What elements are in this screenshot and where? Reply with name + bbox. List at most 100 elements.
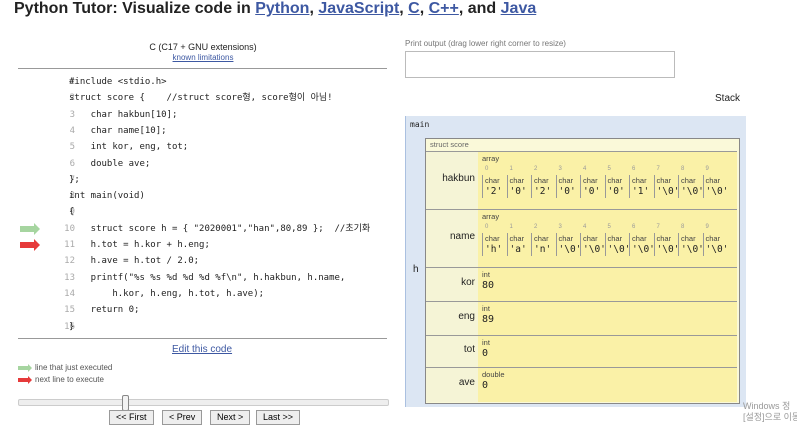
lang-link-c[interactable]: C <box>408 0 420 17</box>
array-cell-value: 'h' <box>485 244 503 255</box>
array-cell-value: '0' <box>558 186 576 197</box>
code-line[interactable]: 11 h.tot = h.kor + h.eng; <box>18 236 387 254</box>
field-name-eng: eng <box>458 311 475 322</box>
array-cell: char'h' <box>482 233 506 256</box>
green-arrow-icon <box>18 363 32 372</box>
array-cell: char '0' <box>580 175 604 198</box>
line-source: int kor, eng, tot; <box>69 142 189 153</box>
line-source: printf("%s %s %d %d %d %f\n", h.hakbun, … <box>69 272 346 283</box>
field-type-kor: int <box>482 270 490 279</box>
array-index: 0 <box>485 166 489 172</box>
array-index: 2 <box>534 224 538 230</box>
array-cell: char '2' <box>482 175 506 198</box>
field-value-cell <box>478 335 737 368</box>
array-cell: char '\0' <box>702 175 728 198</box>
code-line[interactable]: 12 h.ave = h.tot / 2.0; <box>18 252 387 270</box>
frame-name: main <box>410 120 430 129</box>
line-source: struct score { //struct score형, score형이 … <box>69 93 333 104</box>
array-cell-value: 'n' <box>534 244 552 255</box>
array-cell: char '0' <box>555 175 580 198</box>
array-cell-type: char <box>681 234 696 243</box>
code-line[interactable]: 10 struct score h = { "2020001","han",80… <box>18 220 387 238</box>
line-source: int main(void) <box>69 191 145 202</box>
array-index: 1 <box>509 224 513 230</box>
lang-link-python[interactable]: Python <box>255 0 309 17</box>
execution-slider[interactable] <box>18 395 389 411</box>
title-sep: , <box>309 0 319 17</box>
field-type-eng: int <box>482 304 490 313</box>
title-sep: , and <box>458 0 501 17</box>
code-line[interactable]: 8 int main(void) <box>18 187 387 205</box>
array-cell-type: char <box>705 234 721 243</box>
known-limitations-link[interactable]: known limitations <box>18 53 388 62</box>
array-cell-value: '\0' <box>656 244 680 255</box>
field-name-hakbun: hakbun <box>442 173 475 184</box>
field-value-cell <box>478 267 737 302</box>
code-pane: 1 #include <stdio.h> 2 struct score { //str… <box>18 68 387 339</box>
lang-link-java[interactable]: Java <box>501 0 537 17</box>
field-name-kor: kor <box>461 277 475 288</box>
array-index: 7 <box>656 224 660 230</box>
array-cell-type: char <box>607 234 623 243</box>
array-cell-type: char <box>558 234 574 243</box>
print-output-label: Print output (drag lower right corner to… <box>405 39 566 48</box>
code-line[interactable]: 3 char hakbun[10]; <box>18 106 387 124</box>
array-cell-value: '\0' <box>681 186 704 197</box>
array-index: 5 <box>607 224 611 230</box>
array-cell: char '\0' <box>555 233 582 256</box>
edit-code-link[interactable]: Edit this code <box>172 344 232 355</box>
code-line[interactable]: 9{ <box>18 203 387 221</box>
array-index: 7 <box>656 166 660 172</box>
array-index: 6 <box>632 166 636 172</box>
last-button[interactable]: Last >> <box>256 410 301 425</box>
array-cell-type: char <box>632 176 647 185</box>
slider-thumb[interactable] <box>122 395 130 411</box>
code-line[interactable]: 5 int kor, eng, tot; <box>18 138 387 156</box>
field-name-tot: tot <box>463 344 475 355</box>
array-index: 9 <box>705 224 709 230</box>
struct-type-label: struct score <box>430 140 469 149</box>
title-prefix: Python Tutor: Visualize code in <box>14 0 256 17</box>
next-button[interactable]: Next > <box>210 410 251 425</box>
code-line[interactable]: 7}; <box>18 171 387 189</box>
code-line[interactable]: 2 struct score { //struct score형, score형이… <box>18 89 387 107</box>
array-cell: char '\0' <box>653 233 680 256</box>
activation-watermark: Windows 정 [설정]으로 이동 <box>743 401 797 423</box>
field-name-ave: ave <box>458 377 475 388</box>
code-line[interactable]: 15 return 0; <box>18 301 387 319</box>
lang-link-cpp[interactable]: C++ <box>429 0 459 17</box>
array-cell-value: '\0' <box>632 244 655 255</box>
line-source: h.ave = h.tot / 2.0; <box>69 256 200 267</box>
prev-button[interactable]: < Prev <box>162 410 203 425</box>
array-cell-type: char <box>656 234 672 243</box>
code-line[interactable]: 1 #include <stdio.h> <box>18 73 387 91</box>
array-index: 8 <box>681 166 685 172</box>
code-line[interactable]: 6 double ave; <box>18 155 387 173</box>
array-cell: char '\0' <box>604 233 630 256</box>
code-line[interactable]: 13 printf("%s %s %d %d %d %f\n", h.hakbu… <box>18 269 387 287</box>
code-line[interactable]: 4 char name[10]; <box>18 122 387 140</box>
legend-red: next line to execute <box>18 375 104 384</box>
code-line[interactable]: 14 h.kor, h.eng, h.tot, h.ave); <box>18 285 387 303</box>
array-cell: char '\0' <box>702 233 728 256</box>
field-type-ave: double <box>482 370 505 379</box>
array-cell-value: '\0' <box>558 244 582 255</box>
title-sep: , <box>419 0 429 17</box>
print-output-box[interactable] <box>405 51 675 78</box>
array-cell: char '2' <box>531 175 555 198</box>
array-cell: char '\0' <box>629 233 655 256</box>
array-index: 3 <box>558 224 562 230</box>
field-name-name: name <box>449 231 475 242</box>
array-cell-type: char <box>534 234 549 243</box>
field-value-tot: 0 <box>482 348 489 359</box>
code-line[interactable]: 16} <box>18 318 387 336</box>
lang-link-javascript[interactable]: JavaScript <box>318 0 399 17</box>
array-index: 0 <box>485 224 489 230</box>
line-source: double ave; <box>69 158 151 169</box>
array-cell-type: char <box>558 176 574 185</box>
first-button[interactable]: << First <box>109 410 154 425</box>
array-cell-value: 'a' <box>509 244 527 255</box>
line-source: return 0; <box>69 305 140 316</box>
array-cell-type: char <box>632 234 647 243</box>
array-cell-type: char <box>485 176 500 185</box>
